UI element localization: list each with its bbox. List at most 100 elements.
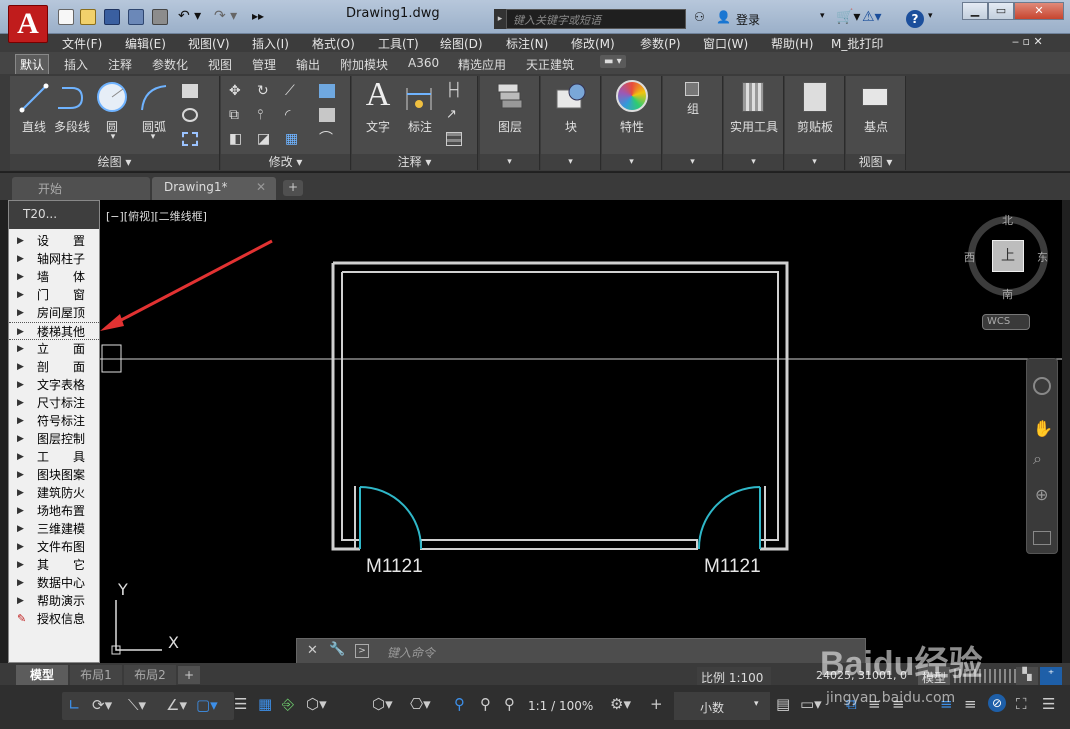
search-expand-icon[interactable]: ▸: [494, 9, 506, 29]
palette-item[interactable]: ▶ 其 它: [9, 556, 99, 574]
layout-tab-2[interactable]: 布局2: [124, 665, 176, 685]
menu-draw[interactable]: 绘图(D): [440, 35, 483, 52]
autocad-logo[interactable]: A: [8, 5, 48, 43]
stretch-icon[interactable]: ◧: [229, 132, 245, 146]
palette-item[interactable]: ▶ 立 面: [9, 340, 99, 358]
clipboard-button[interactable]: 剪贴板: [785, 118, 845, 135]
tab-manage[interactable]: 管理: [248, 55, 280, 74]
group-button[interactable]: 组: [663, 100, 723, 117]
mirror-icon[interactable]: ⫯: [257, 108, 273, 122]
ortho-icon[interactable]: ∟: [68, 696, 81, 714]
move-icon[interactable]: ✥: [229, 84, 245, 98]
file-tab-drawing[interactable]: Drawing1* ✕: [152, 177, 276, 200]
print-icon[interactable]: [152, 9, 168, 25]
drawing-viewport[interactable]: [−][俯视][二维线框] M1121 M1121 Y X 上 北 南 东 西 …: [100, 200, 1062, 663]
rotate-icon[interactable]: ↻: [257, 84, 273, 98]
circle-dropdown-icon[interactable]: ▾: [108, 132, 118, 142]
palette-item[interactable]: ▶ 设 置: [9, 232, 99, 250]
help-icon[interactable]: ?: [906, 10, 924, 28]
tangent-scale-dropdown[interactable]: 比例 1:100: [697, 667, 771, 687]
menu-dimension[interactable]: 标注(N): [506, 35, 548, 52]
more-icon[interactable]: ▸▸: [252, 9, 264, 23]
selection-cycling-icon[interactable]: ⎆: [282, 695, 294, 713]
annotation-visible-icon[interactable]: ⚲: [504, 695, 515, 713]
tab-parametric[interactable]: 参数化: [148, 55, 192, 74]
tab-output[interactable]: 输出: [292, 55, 324, 74]
view-toggle-icon[interactable]: ▚: [1016, 667, 1038, 687]
menu-view[interactable]: 视图(V): [188, 35, 230, 52]
menu-modify[interactable]: 修改(M): [571, 35, 615, 52]
login-button[interactable]: 登录: [736, 11, 760, 28]
wcs-dropdown[interactable]: WCS: [982, 314, 1030, 330]
menu-parametric[interactable]: 参数(P): [640, 35, 681, 52]
draw-panel-title[interactable]: 绘图 ▾: [10, 154, 219, 170]
undo-icon[interactable]: ↶ ▾: [178, 8, 201, 24]
line-button[interactable]: 直线: [14, 118, 54, 135]
ribbon-toggle-icon[interactable]: ▬ ▾: [600, 55, 626, 68]
palette-item[interactable]: ▶ 剖 面: [9, 358, 99, 376]
palette-item[interactable]: ▶ 墙 体: [9, 268, 99, 286]
fullscreen-icon[interactable]: ⛶: [1016, 695, 1027, 713]
gizmo-icon[interactable]: ⎔▾: [410, 695, 431, 713]
command-close-icon[interactable]: ✕: [307, 643, 318, 658]
cart-icon[interactable]: 🛒▾: [836, 9, 860, 25]
rectangle-icon[interactable]: [182, 84, 198, 98]
menu-insert[interactable]: 插入(I): [252, 35, 289, 52]
annotation-scale-dropdown[interactable]: 1:1 / 100%: [528, 699, 593, 713]
dimension-button[interactable]: 标注: [400, 118, 440, 135]
palette-item[interactable]: ▶ 符号标注: [9, 412, 99, 430]
viewcube-south[interactable]: 南: [1002, 286, 1013, 302]
polyline-button[interactable]: 多段线: [50, 118, 94, 135]
tab-featured-apps[interactable]: 精选应用: [454, 55, 510, 74]
pan-icon[interactable]: ✋: [1033, 419, 1053, 438]
group-dropdown-icon[interactable]: ▾: [663, 154, 722, 170]
toggle-icon[interactable]: ≡: [964, 695, 977, 713]
base-point-button[interactable]: 基点: [846, 118, 906, 135]
linear-dim-icon[interactable]: ├┤: [446, 84, 462, 98]
explode-icon[interactable]: [319, 108, 335, 122]
tab-annotate[interactable]: 注释: [104, 55, 136, 74]
open-file-icon[interactable]: [80, 9, 96, 25]
units-dropdown[interactable]: 小数 ▾: [674, 692, 770, 720]
doc-window-controls[interactable]: ‒ ▫ ✕: [1012, 35, 1043, 48]
layers-button[interactable]: 图层: [480, 118, 540, 135]
arc-dropdown-icon[interactable]: ▾: [148, 132, 158, 142]
help-dropdown-icon[interactable]: ▾: [928, 11, 933, 21]
tab-view[interactable]: 视图: [204, 55, 236, 74]
utilities-dropdown-icon[interactable]: ▾: [724, 154, 783, 170]
zoom-extents-icon[interactable]: ⌕: [1033, 449, 1042, 469]
hatch-icon[interactable]: [182, 132, 198, 146]
lock-ui-icon[interactable]: ▭▾: [800, 695, 822, 713]
new-tab-icon[interactable]: +: [283, 180, 303, 196]
palette-item[interactable]: ▶ 图层控制: [9, 430, 99, 448]
menu-file[interactable]: 文件(F): [62, 35, 102, 52]
user-icon[interactable]: 👤: [716, 10, 731, 24]
palette-item[interactable]: ▶ 三维建模: [9, 520, 99, 538]
minimize-button[interactable]: ▁: [962, 2, 988, 20]
viewcube-east[interactable]: 东: [1037, 249, 1048, 265]
3d-osnap-icon[interactable]: ⬡▾: [306, 695, 327, 713]
menu-batch-print[interactable]: M_批打印: [831, 35, 883, 52]
menu-window[interactable]: 窗口(W): [703, 35, 748, 52]
palette-item[interactable]: ▶ 尺寸标注: [9, 394, 99, 412]
layout-tab-1[interactable]: 布局1: [70, 665, 122, 685]
utilities-button[interactable]: 实用工具: [724, 118, 784, 135]
steering-wheel-icon[interactable]: [1033, 377, 1051, 395]
ellipse-icon[interactable]: [182, 108, 198, 122]
file-tab-close-icon[interactable]: ✕: [256, 180, 266, 194]
palette-item[interactable]: ✎ 授权信息: [9, 610, 99, 628]
menu-edit[interactable]: 编辑(E): [125, 35, 166, 52]
annotation-monitor-icon[interactable]: ⚲: [454, 695, 465, 713]
offset-icon[interactable]: ⌒: [319, 132, 335, 146]
login-dropdown-icon[interactable]: ▾: [820, 11, 825, 21]
redo-icon[interactable]: ↷ ▾: [214, 8, 237, 24]
menu-help[interactable]: 帮助(H): [771, 35, 813, 52]
scale-icon[interactable]: ◪: [257, 132, 273, 146]
modify-panel-title[interactable]: 修改 ▾: [221, 154, 350, 170]
otrack-icon[interactable]: ∠▾: [166, 696, 187, 714]
save-as-icon[interactable]: [128, 9, 144, 25]
tab-tangent-arch[interactable]: 天正建筑: [522, 55, 578, 74]
showmotion-icon[interactable]: [1033, 531, 1051, 545]
view-panel-title[interactable]: 视图 ▾: [846, 154, 905, 170]
properties-dropdown-icon[interactable]: ▾: [602, 154, 661, 170]
